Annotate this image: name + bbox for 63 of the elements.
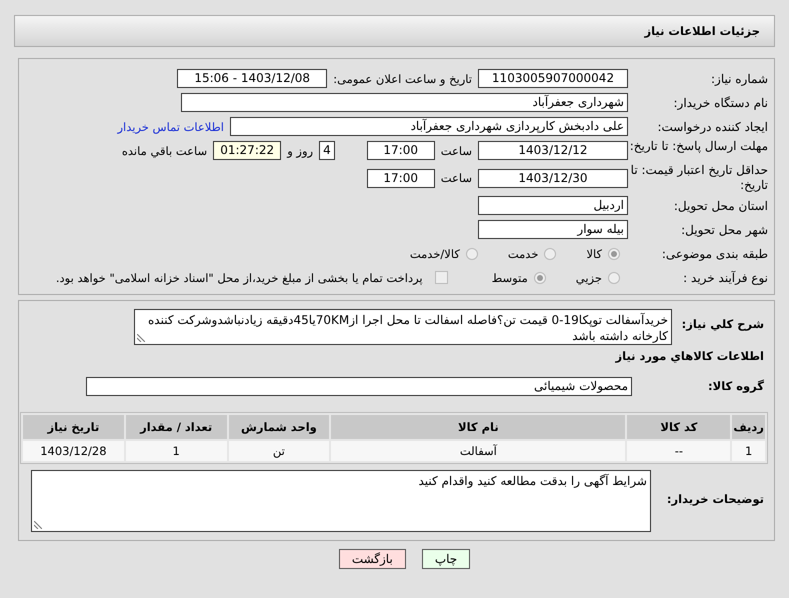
radio-button[interactable] [534, 272, 546, 284]
field-label: ساعت [440, 171, 472, 185]
remaining-time-field[interactable]: 01:27:22 [213, 141, 282, 160]
table-cell: تن [228, 441, 330, 461]
column-header: نام کالا [331, 415, 626, 439]
field-label: ساعت باقي مانده [122, 144, 208, 158]
back-button[interactable]: بازگشت [338, 549, 406, 569]
field-label: مهلت ارسال پاسخ: تا تاریخ: [628, 139, 768, 154]
radio-label: کالا [586, 246, 602, 260]
checkbox[interactable] [434, 271, 448, 284]
field-label: استان محل تحویل: [672, 198, 768, 212]
column-header: تعداد / مقدار [126, 415, 227, 439]
date-field[interactable]: 1403/12/12 [478, 141, 628, 160]
field-label: شرح کلي نیاز: [680, 317, 764, 331]
field-label: نوع فرآیند خرید : [682, 270, 768, 284]
announce-date-field[interactable]: 1403/12/08 - 15:06 [177, 69, 328, 88]
table-cell: 1 [126, 441, 227, 461]
column-header: تاریخ نیاز [23, 415, 124, 439]
time-field[interactable]: 17:00 [366, 168, 435, 188]
province-field[interactable]: اردبیل [478, 196, 628, 215]
radio-button[interactable] [466, 248, 478, 260]
field-label: ساعت [440, 144, 472, 158]
buyer-org-field[interactable]: شهرداری جعفرآباد [181, 93, 628, 112]
requester-field[interactable]: علی دادبخش کارپردازی شهرداری جعفرآباد [230, 117, 628, 136]
field-label: گروه کالا: [707, 379, 764, 393]
field-label: حداقل تاریخ اعتبار قیمت: تا تاریخ: [630, 163, 768, 193]
goods-group-field[interactable]: محصولات شیمیائی [86, 377, 632, 396]
page-title: جزئیات اطلاعات نیاز [644, 24, 760, 38]
field-label: پرداخت تمام یا بخشی از مبلغ خرید،از محل "اسناد خزانه اسلامی" خواهد بود. [56, 270, 423, 284]
field-label: نام دستگاه خریدار: [672, 96, 768, 110]
resize-grip-icon[interactable] [34, 521, 42, 529]
column-header: واحد شمارش [228, 415, 330, 439]
radio-label: خدمت [508, 246, 538, 260]
radio-button[interactable] [608, 272, 620, 284]
need-number-field[interactable]: 1103005907000042 [478, 69, 628, 88]
section-heading: اطلاعات کالاهاي مورد نیاز [614, 349, 764, 363]
resize-grip-icon[interactable] [137, 334, 145, 342]
field-label: شهر محل تحویل: [680, 222, 768, 236]
time-field[interactable]: 17:00 [366, 141, 435, 160]
field-label: تاریخ و ساعت اعلان عمومی: [333, 72, 472, 86]
radio-label: متوسط [492, 270, 528, 284]
city-field[interactable]: بیله سوار [478, 220, 628, 239]
table-cell: -- [627, 441, 730, 461]
buyer-notes-field[interactable]: شرایط آگهی را بدقت مطالعه کنید واقدام کنید [31, 470, 651, 532]
radio-button[interactable] [608, 248, 620, 260]
days-field[interactable]: 4 [319, 141, 335, 160]
field-label: روز و [287, 144, 314, 158]
table-cell: 1 [732, 441, 765, 461]
table-cell: 1403/12/28 [23, 441, 124, 461]
column-header: ردیف [732, 415, 765, 439]
radio-button[interactable] [544, 248, 556, 260]
field-label: طبقه بندی موضوعی: [660, 246, 768, 260]
contact-link[interactable]: اطلاعات تماس خریدار [117, 120, 224, 134]
radio-label: جزیي [576, 270, 602, 284]
description-field[interactable]: خریدآسفالت توپکا19-0 قیمت تن؟فاصله اسفالت تا محل اجرا از70KMیا45دقیقه زیادنباشدوشرکت کننده کارخانه داشته باشد [134, 309, 672, 345]
radio-label: کالا/خدمت [410, 246, 460, 260]
date-field[interactable]: 1403/12/30 [478, 168, 628, 188]
print-button[interactable]: چاپ [422, 549, 470, 569]
field-label: ایجاد کننده درخواست: [656, 120, 768, 134]
table-cell: آسفالت [331, 441, 626, 461]
field-label: شماره نیاز: [710, 72, 768, 86]
column-header: کد کالا [627, 415, 730, 439]
field-label: توضیحات خریدار: [666, 492, 764, 506]
